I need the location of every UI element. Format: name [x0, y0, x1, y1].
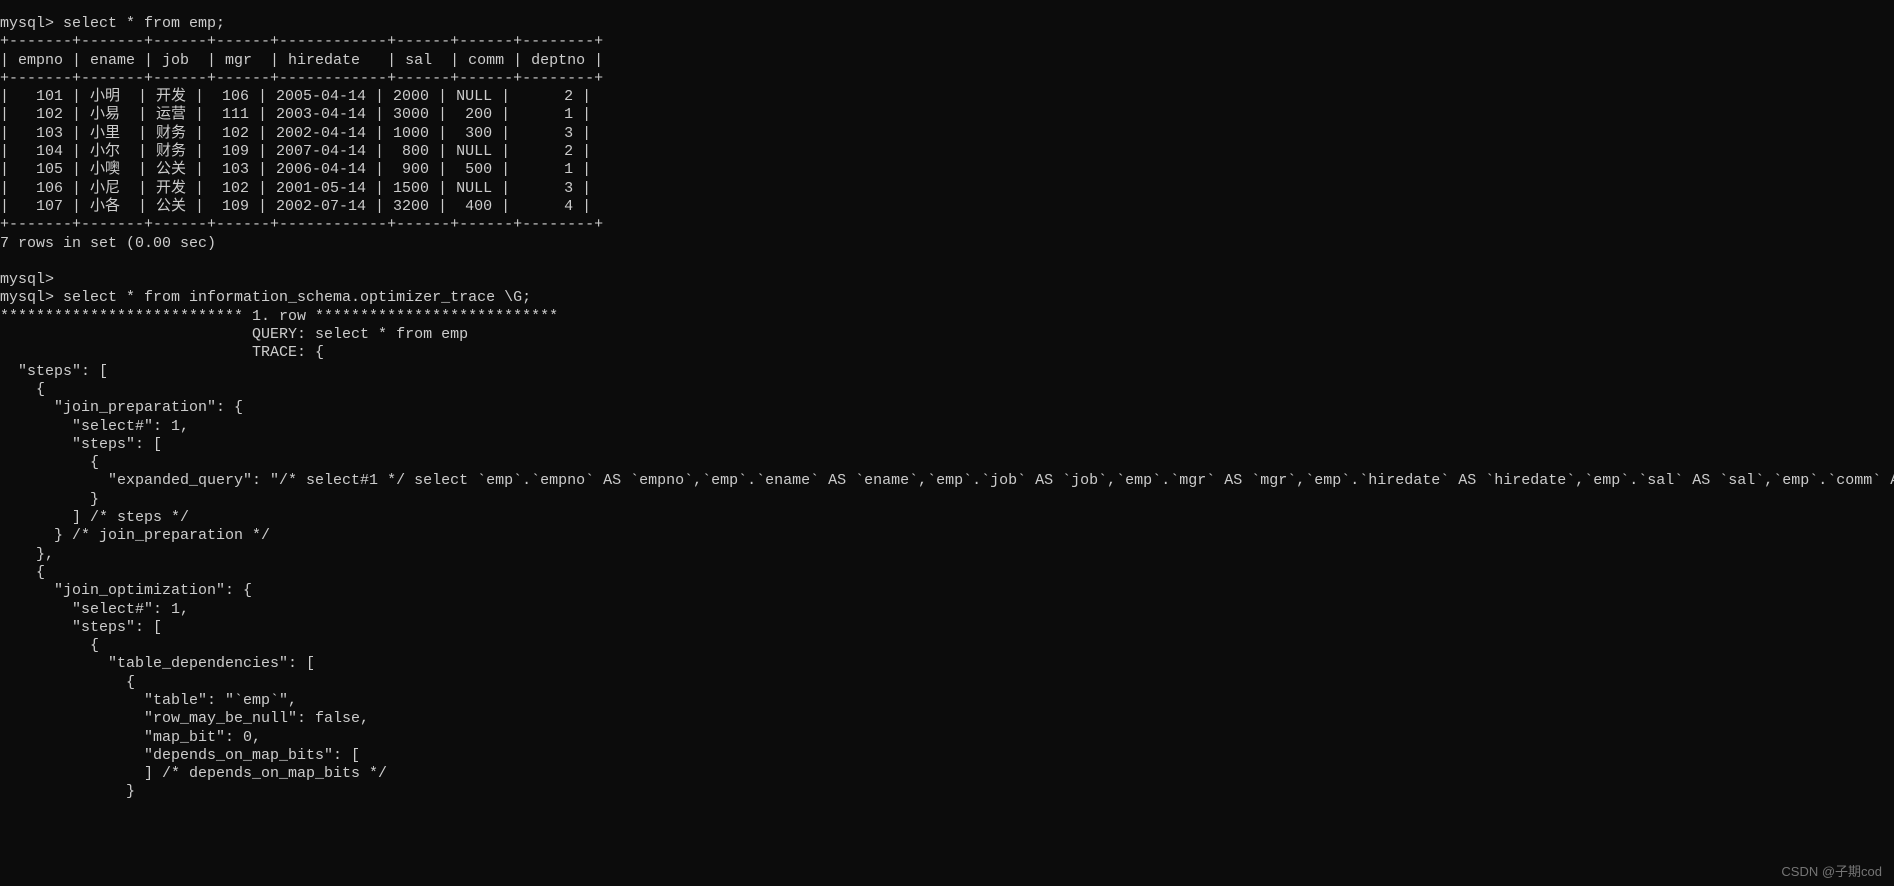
- terminal-output: mysql> select * from emp; +-------+-----…: [0, 15, 1894, 802]
- watermark: CSDN @子期cod: [1781, 864, 1882, 880]
